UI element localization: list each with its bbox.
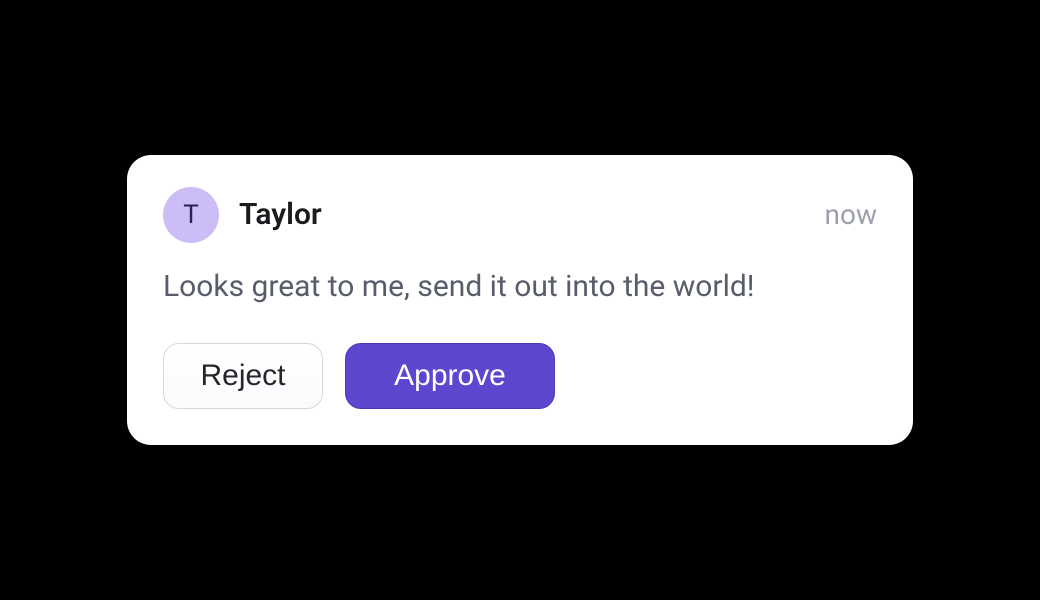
action-buttons: Reject Approve [163,343,877,409]
notification-card: T Taylor now Looks great to me, send it … [127,155,913,446]
notification-header: T Taylor now [163,187,877,243]
author-name: Taylor [239,197,322,232]
author-avatar: T [163,187,219,243]
approve-button[interactable]: Approve [345,343,555,409]
author-identity: T Taylor [163,187,322,243]
notification-message: Looks great to me, send it out into the … [163,267,877,308]
author-initial: T [183,200,199,230]
reject-button[interactable]: Reject [163,343,323,409]
timestamp: now [825,198,877,231]
